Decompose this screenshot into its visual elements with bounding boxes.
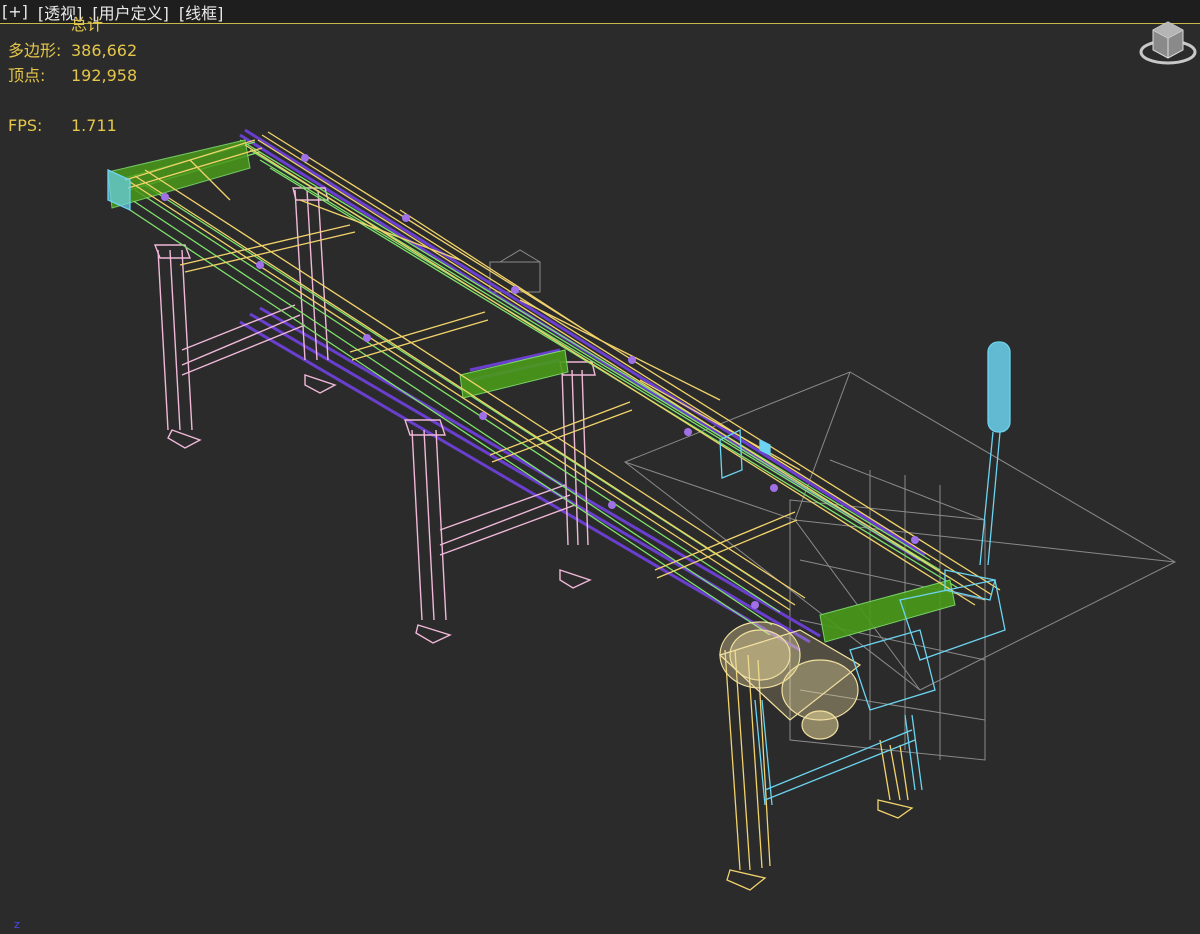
viewport-shading-mode[interactable]: [线框]: [179, 0, 224, 24]
viewport-header: [+] [透视] [用户定义] [线框]: [0, 0, 1200, 24]
axis-z-label: z: [14, 918, 20, 931]
scene-statistics: 总计 多边形: 386,662 顶点: 192,958 FPS: 1.711: [8, 16, 137, 138]
polygons-label: 多边形:: [8, 41, 62, 60]
fps-label: FPS:: [8, 116, 43, 135]
wireframe-scene[interactable]: [0, 25, 1200, 934]
stats-vertices: 顶点: 192,958: [8, 63, 137, 88]
stats-polygons: 多边形: 386,662: [8, 38, 137, 63]
stats-total-label: 总计: [71, 15, 104, 34]
vertices-value: 192,958: [71, 66, 138, 85]
purple-nodes: [161, 154, 919, 609]
legs: [153, 187, 596, 644]
viewport[interactable]: [+] [透视] [用户定义] [线框] 总计 多边形: 386,662 顶点:…: [0, 0, 1200, 934]
drive-blocks: [107, 139, 956, 643]
stats-fps: FPS: 1.711: [8, 113, 137, 138]
fps-value: 1.711: [71, 116, 117, 135]
vertices-label: 顶点:: [8, 66, 46, 85]
polygons-value: 386,662: [71, 41, 138, 60]
frame-green: [124, 139, 959, 636]
viewcube-icon[interactable]: [1138, 16, 1198, 68]
